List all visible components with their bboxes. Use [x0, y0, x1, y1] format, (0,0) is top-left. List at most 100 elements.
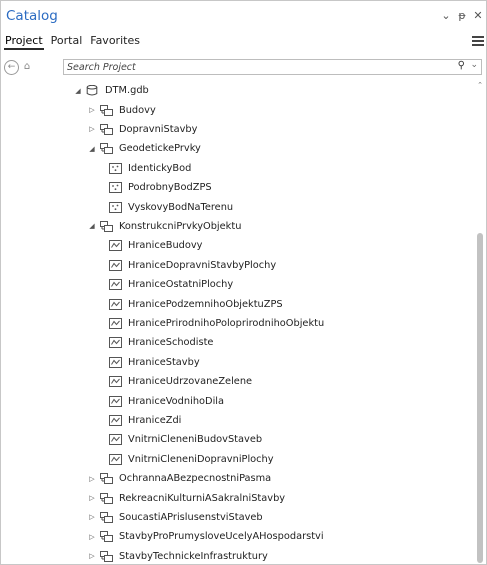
feature-dataset-icon [100, 550, 113, 562]
feature-dataset-icon [100, 473, 113, 485]
home-icon[interactable]: ⌂ [21, 60, 33, 73]
line-feature-class-icon [109, 376, 122, 388]
tree-item[interactable]: ▷ Budovy [87, 100, 156, 119]
line-feature-class-icon [109, 453, 122, 465]
catalog-pane: Catalog ⌄ ᵽ ✕ Project Portal Favorites ←… [0, 0, 487, 565]
collapsed-triangle-icon[interactable]: ▷ [87, 513, 97, 521]
tab-project[interactable]: Project [4, 34, 44, 50]
search-options-chevron-icon[interactable]: ⌄ [470, 60, 478, 70]
collapsed-triangle-icon[interactable]: ▷ [87, 125, 97, 133]
line-feature-class-icon [109, 414, 122, 426]
tree-item[interactable]: VnitrniCleneniBudovStaveb [109, 430, 262, 449]
line-feature-class-icon [109, 240, 122, 252]
options-dropdown-icon[interactable]: ⌄ [440, 9, 452, 22]
tree-item-label: GeodetickePrvky [119, 143, 201, 155]
tree-item-label: HraniceBudovy [128, 240, 203, 252]
catalog-tabs: Project Portal Favorites [4, 34, 141, 50]
tree-item-label: PodrobnyBodZPS [128, 182, 212, 194]
collapsed-triangle-icon[interactable]: ▷ [87, 533, 97, 541]
tree-item[interactable]: HranicePrirodnihoPoloprirodnihoObjektu [109, 314, 324, 333]
tree-item[interactable]: HraniceStavby [109, 353, 200, 372]
vertical-scrollbar[interactable]: ⌃ [476, 81, 484, 564]
collapsed-triangle-icon[interactable]: ▷ [87, 552, 97, 560]
tree-item-label: IdentickyBod [128, 162, 192, 174]
tree-item[interactable]: HraniceZdi [109, 411, 181, 430]
search-input[interactable] [67, 60, 427, 74]
line-feature-class-icon [109, 395, 122, 407]
hamburger-menu-icon[interactable] [472, 34, 484, 46]
tree-item-label: HranicePrirodnihoPoloprirodnihoObjektu [128, 317, 325, 329]
tree-item[interactable]: ◢ GeodetickePrvky [87, 139, 201, 158]
search-icon[interactable]: ⚲ [458, 60, 465, 71]
collapsed-triangle-icon[interactable]: ▷ [87, 475, 97, 483]
point-feature-class-icon [109, 182, 122, 194]
back-arrow-icon[interactable]: ← [4, 60, 19, 75]
tree-item-label: SoucastiAPrislusenstviStaveb [119, 511, 263, 523]
tree-item-label: StavbyTechnickeInfrastruktury [119, 550, 268, 562]
tree-item[interactable]: VnitrniCleneniDopravniPlochy [109, 450, 274, 469]
tree-item[interactable]: ◢ KonstrukcniPrvkyObjektu [87, 217, 241, 236]
tree-item-label: HraniceZdi [128, 414, 182, 426]
tree-item-label: RekreacniKulturniASakralniStavby [119, 492, 286, 504]
line-feature-class-icon [109, 356, 122, 368]
tree-item[interactable]: HranicePodzemnihoObjektuZPS [109, 294, 283, 313]
geodatabase-icon [86, 85, 99, 96]
tab-favorites[interactable]: Favorites [89, 34, 141, 50]
tree-item[interactable]: ▷ RekreacniKulturniASakralniStavby [87, 488, 285, 507]
line-feature-class-icon [109, 279, 122, 291]
expanded-triangle-icon[interactable]: ◢ [87, 145, 97, 153]
expanded-triangle-icon[interactable]: ◢ [87, 222, 97, 230]
tab-portal[interactable]: Portal [50, 34, 84, 50]
search-box: ⚲ ⌄ [63, 59, 482, 75]
close-icon[interactable]: ✕ [472, 9, 484, 22]
tree-item-label: StavbyProPrumysloveUcelyAHospodarstvi [119, 531, 324, 543]
tree-item[interactable]: VyskovyBodNaTerenu [109, 197, 233, 216]
tree-item-label: HraniceVodnihoDila [128, 395, 225, 407]
tree-item[interactable]: ◢ DTM.gdb [73, 81, 149, 100]
line-feature-class-icon [109, 298, 122, 310]
search-row: ← ⌂ ⚲ ⌄ [1, 59, 486, 77]
feature-dataset-icon [100, 531, 113, 543]
feature-dataset-icon [100, 492, 113, 504]
feature-dataset-icon [100, 511, 113, 523]
tree-item[interactable]: ▷ SoucastiAPrislusenstviStaveb [87, 508, 263, 527]
tree-item-label: DopravniStavby [119, 123, 198, 135]
tree-item-label: VnitrniCleneniDopravniPlochy [128, 453, 274, 465]
tree-item[interactable]: HraniceDopravniStavbyPlochy [109, 256, 276, 275]
tree-item-label: KonstrukcniPrvkyObjektu [119, 220, 242, 232]
line-feature-class-icon [109, 259, 122, 271]
tree-item-label: HraniceStavby [128, 356, 200, 368]
tree-item[interactable]: ▷ StavbyProPrumysloveUcelyAHospodarstvi [87, 527, 324, 546]
collapsed-triangle-icon[interactable]: ▷ [87, 106, 97, 114]
tree-item-label: VyskovyBodNaTerenu [128, 201, 234, 213]
pane-window-buttons: ⌄ ᵽ ✕ [440, 9, 484, 22]
tree-item[interactable]: HraniceSchodiste [109, 333, 213, 352]
tree-item-label: Budovy [119, 104, 156, 116]
tree-item[interactable]: ▷ OchrannaABezpecnostniPasma [87, 469, 271, 488]
tree-item-label: DTM.gdb [105, 85, 149, 97]
tree-item[interactable]: HraniceBudovy [109, 236, 202, 255]
point-feature-class-icon [109, 162, 122, 174]
scroll-thumb[interactable] [477, 233, 483, 563]
feature-dataset-icon [100, 143, 113, 155]
expanded-triangle-icon[interactable]: ◢ [73, 87, 83, 95]
tree-item[interactable]: HraniceOstatniPlochy [109, 275, 233, 294]
tree-item-label: HraniceSchodiste [128, 337, 214, 349]
collapsed-triangle-icon[interactable]: ▷ [87, 494, 97, 502]
feature-dataset-icon [100, 123, 113, 135]
pane-title: Catalog [6, 8, 58, 24]
feature-dataset-icon [100, 104, 113, 116]
tree-item-label: OchrannaABezpecnostniPasma [119, 473, 272, 485]
tree-item[interactable]: IdentickyBod [109, 159, 191, 178]
tree-item[interactable]: HraniceVodnihoDila [109, 391, 224, 410]
point-feature-class-icon [109, 201, 122, 213]
tree-item[interactable]: ▷ DopravniStavby [87, 120, 197, 139]
pin-icon[interactable]: ᵽ [456, 9, 468, 22]
tree-item[interactable]: HraniceUdrzovaneZelene [109, 372, 252, 391]
tree-item-label: HraniceUdrzovaneZelene [128, 376, 253, 388]
tree-item[interactable]: PodrobnyBodZPS [109, 178, 212, 197]
scroll-up-arrow-icon[interactable]: ⌃ [476, 81, 484, 89]
line-feature-class-icon [109, 337, 122, 349]
feature-dataset-icon [100, 220, 113, 232]
tree-item[interactable]: ▷ StavbyTechnickeInfrastruktury [87, 547, 268, 564]
